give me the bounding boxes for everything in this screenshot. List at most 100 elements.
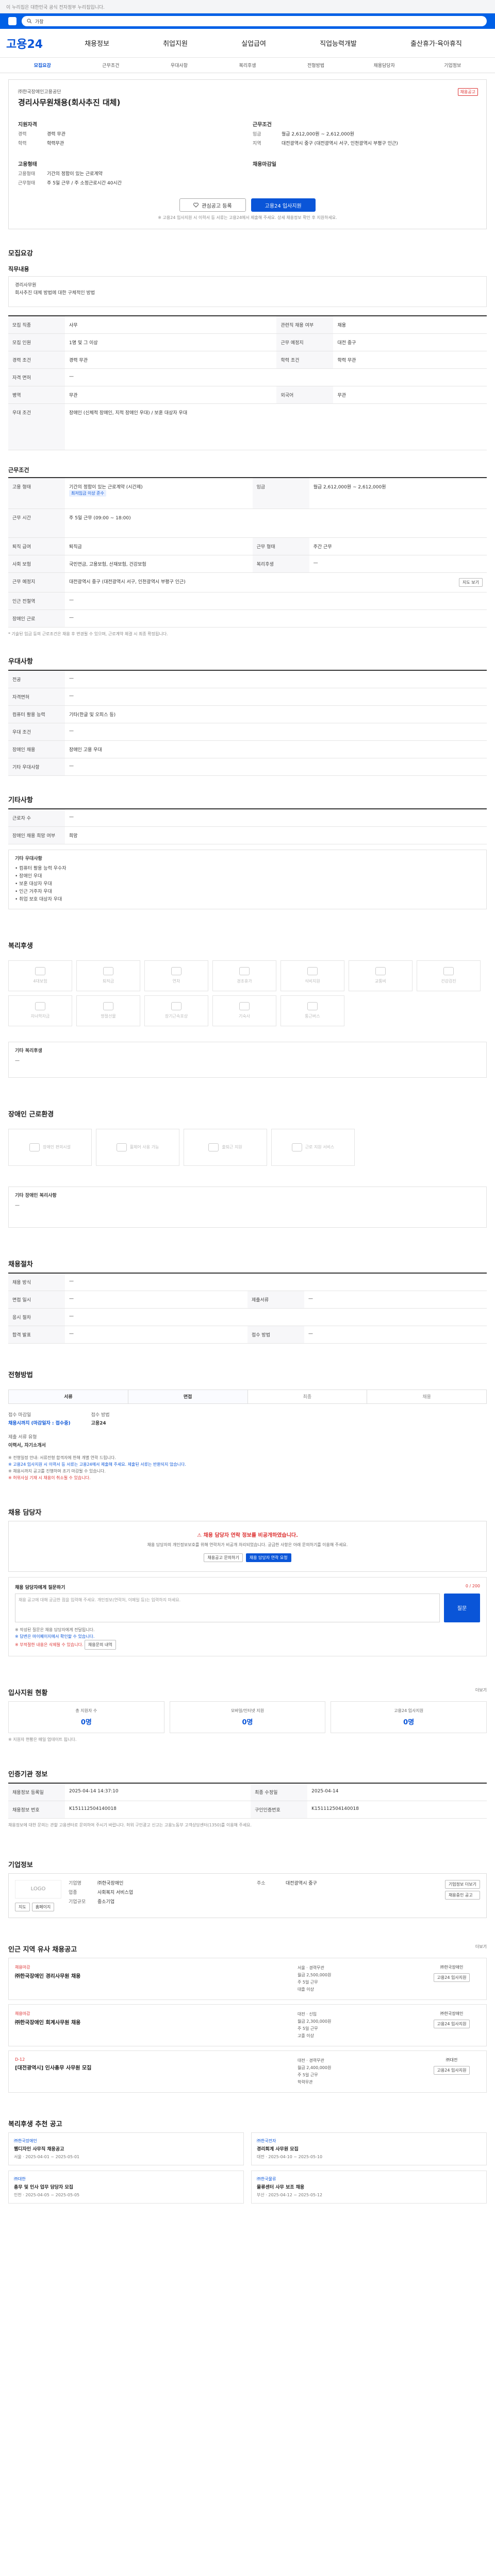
recommend-card[interactable]: ㈜대한 총무 및 인사 업무 담당자 모집 인천 · 2025-04-05 ~ 20… xyxy=(8,2170,244,2204)
tab-welfare[interactable]: 복리후생 xyxy=(213,62,282,69)
job-card-meta: 대전 · 신입 xyxy=(298,2011,317,2016)
gnb-item-jobs[interactable]: 채용정보 xyxy=(85,38,109,48)
tab-recruit[interactable]: 모집요강 xyxy=(8,62,77,69)
welfare-extra-value: — xyxy=(15,1058,20,1063)
table-label: 경력 조건 xyxy=(8,351,65,369)
note-item: ※ 허위사실 기재 시 채용이 취소될 수 있습니다. xyxy=(8,1475,91,1480)
step-item: 최종 xyxy=(248,1389,368,1403)
map-button[interactable]: 지도 보기 xyxy=(459,578,483,587)
company-home-button[interactable]: 홈페이지 xyxy=(31,1902,55,1911)
gnb-item-leave[interactable]: 출산휴가·육아휴직 xyxy=(410,38,462,48)
stats-more-link[interactable]: 더보기 xyxy=(475,1687,487,1693)
recommend-meta: 인천 · 2025-04-05 ~ 2025-05-05 xyxy=(14,2192,80,2197)
table-label: 기타 우대사항 xyxy=(8,758,65,776)
company-box: LOGO 지도 홈페이지 기업명 ㈜한국장애인 업종 사회복지 서비스업 기업규모 중… xyxy=(8,1873,487,1918)
table-value: 월급 2,612,000원 ~ 2,612,000원 xyxy=(309,478,487,509)
disability-label: 휠체어 사용 가능 xyxy=(129,1145,159,1149)
table-row: 자격면허 — xyxy=(8,688,487,706)
question-box: 채용 담당자에게 질문하기 0 / 200 채용 공고에 대해 궁금한 점을 입력… xyxy=(8,1577,487,1656)
table-value: — xyxy=(65,670,487,688)
table-row: 응시 절차 — xyxy=(8,1308,487,1326)
tab-preference[interactable]: 우대사항 xyxy=(145,62,213,69)
job-card-meta: 서울 · 경력무관 xyxy=(298,1965,324,1970)
stats-heading: 입사지원 현황 더보기 xyxy=(8,1687,487,1697)
inquiry-button[interactable]: 채용공고 문의하기 xyxy=(204,1553,243,1562)
recommend-card[interactable]: ㈜한국장애인 웹디자인 사무직 채용공고 서울 · 2025-04-01 ~ 202… xyxy=(8,2132,244,2165)
recommend-meta: 부산 · 2025-04-12 ~ 2025-05-12 xyxy=(257,2192,323,2197)
table-row: 기타 우대사항 — xyxy=(8,758,487,776)
job-card[interactable]: D-12 [대전광역시] 인사총무 사무원 모집 대전 · 경력무관 월급 2,40… xyxy=(8,2050,487,2093)
list-item-text: 보훈 대상자 우대 xyxy=(19,881,52,887)
question-submit-button[interactable]: 질문 xyxy=(444,1593,480,1622)
disability-heading: 장애인 근로환경 xyxy=(8,1110,54,1118)
table-label: 사회 보험 xyxy=(8,555,65,573)
tab-company[interactable]: 기업정보 xyxy=(418,62,487,69)
table-value: 2025-04-14 14:37:10 xyxy=(65,1783,251,1801)
contact-alert: ⚠ 채용 담당자 연락 정보를 비공개하였습니다. 채용 담당자의 개인정보보호… xyxy=(8,1520,487,1572)
table-value: — xyxy=(65,1308,487,1326)
company-jobs-button[interactable]: 채용중인 공고 xyxy=(444,1890,480,1900)
job-card-apply-button[interactable]: 고용24 입사지원 xyxy=(433,1973,470,1982)
gnb-item-training[interactable]: 직업능력개발 xyxy=(320,38,357,48)
recommend-card[interactable]: ㈜한국물류 물류센터 사무 보조 채용 부산 · 2025-04-12 ~ 2025… xyxy=(251,2170,487,2204)
inquiry-history-button[interactable]: 채용문의 내역 xyxy=(84,1639,116,1650)
list-item: • 취업 보호 대상자 우대 xyxy=(15,896,62,902)
table-label: 퇴직 급여 xyxy=(8,537,65,555)
recruit-section: 모집요강 직무내용 경리사무원 회사추진 대체 방법에 대한 구체적인 방법 모… xyxy=(8,248,487,637)
table-label: 자격 면허 xyxy=(8,368,65,386)
tab-contact[interactable]: 채용담당자 xyxy=(350,62,419,69)
question-textarea[interactable]: 채용 공고에 대해 궁금한 점을 입력해 주세요. 개인정보(연락처, 이메일 … xyxy=(15,1593,440,1622)
company-map-button[interactable]: 지도 xyxy=(15,1902,30,1911)
gnb-item-unemployment[interactable]: 실업급여 xyxy=(241,38,266,48)
heart-icon xyxy=(193,202,199,208)
emptype-heading: 고용형태 xyxy=(18,162,37,167)
welfare-label: 자녀학자금 xyxy=(30,1014,50,1019)
search-value: 가창 xyxy=(35,19,44,25)
similar-more-link[interactable]: 더보기 xyxy=(475,1944,487,1950)
interest-button[interactable]: 관심공고 등록 xyxy=(179,198,246,212)
welfare-card: 식비지원 xyxy=(280,960,344,991)
wage-badge: 최저임금 이상 준수 xyxy=(69,490,106,497)
job-card-title: [대전광역시] 인사총무 사무원 모집 xyxy=(15,2065,92,2071)
search-input[interactable]: 가창 xyxy=(22,16,487,26)
stats-section: 입사지원 현황 더보기 총 지원자 수 0명 모바일/인터넷 지원 0명 고용24 입… xyxy=(8,1687,487,1743)
welfare-label: 식비지원 xyxy=(305,979,320,984)
job-card[interactable]: 채용마감 ㈜한국장애인 경리사무원 채용 서울 · 경력무관 월급 2,500,00… xyxy=(8,1957,487,2000)
table-label: 장애인 채용 희망 여부 xyxy=(8,826,65,844)
cond-heading: 근무조건 xyxy=(8,467,29,473)
gnb-item-support[interactable]: 취업지원 xyxy=(163,38,188,48)
job-card-apply-button[interactable]: 고용24 입사지원 xyxy=(433,2065,470,2075)
table-label: 채용정보 등록일 xyxy=(8,1783,65,1801)
welfare-label: 경조휴가 xyxy=(237,979,252,984)
table-value: — xyxy=(65,368,487,386)
cond-heading: 근무조건 xyxy=(253,122,272,128)
brand-logo[interactable]: 고용24 xyxy=(6,35,58,52)
note-item: ※ 부적절한 내용은 삭제될 수 있습니다. 채용문의 내역 xyxy=(15,1639,480,1650)
site-header: 고용24 채용정보 취업지원 실업급여 직업능력개발 출산휴가·육아휴직 xyxy=(0,29,495,58)
company-more-button[interactable]: 기업정보 더보기 xyxy=(444,1879,480,1889)
hire-heading: 채용절차 xyxy=(8,1260,33,1268)
welfare-extra-box: 기타 복리후생 — xyxy=(8,1041,487,1078)
gov-notice-text: 이 누리집은 대한민국 공식 전자정부 누리집입니다. xyxy=(6,5,105,10)
meal-icon xyxy=(307,967,318,975)
table-label: 모집 직종 xyxy=(8,316,65,334)
table-value: 장애인 (신체적 장애인, 지적 장애인 우대) / 보훈 대상자 우대 xyxy=(65,403,487,450)
process-stepper: 서류 면접 최종 채용 xyxy=(8,1389,487,1404)
job-card-apply-button[interactable]: 고용24 입사지원 xyxy=(433,2019,470,2028)
apply-button[interactable]: 고용24 입사지원 xyxy=(251,198,316,212)
etc-section: 기타사항 근로자 수 — 장애인 채용 희망 여부 희망 기타 우대사항 • 컴퓨터… xyxy=(8,794,487,909)
company-logo: LOGO xyxy=(15,1879,61,1899)
table-row: 근무 시간 주 5일 근무 (09:00 ~ 18:00) xyxy=(8,509,487,538)
recommend-card[interactable]: ㈜한국전자 경리회계 사무원 모집 대전 · 2025-04-10 ~ 2025-0… xyxy=(251,2132,487,2165)
table-label: 우대 조건 xyxy=(8,403,65,450)
tab-conditions[interactable]: 근무조건 xyxy=(77,62,145,69)
emptype-label: 고용형태 xyxy=(18,172,36,177)
bus-icon xyxy=(375,967,386,975)
welfare-card: 장기근속포상 xyxy=(144,995,208,1026)
company-value: 대전광역시 중구 xyxy=(285,1880,317,1886)
table-label: 전공 xyxy=(8,670,65,688)
job-card[interactable]: 채용마감 ㈜한국장애인 회계사무원 채용 대전 · 신입 월급 2,300,000원… xyxy=(8,2004,487,2046)
etc-table: 근로자 수 — 장애인 채용 희망 여부 희망 xyxy=(8,808,487,844)
tab-process[interactable]: 전형방법 xyxy=(282,62,350,69)
contact-request-button[interactable]: 채용 담당자 연락 요청 xyxy=(245,1553,291,1562)
